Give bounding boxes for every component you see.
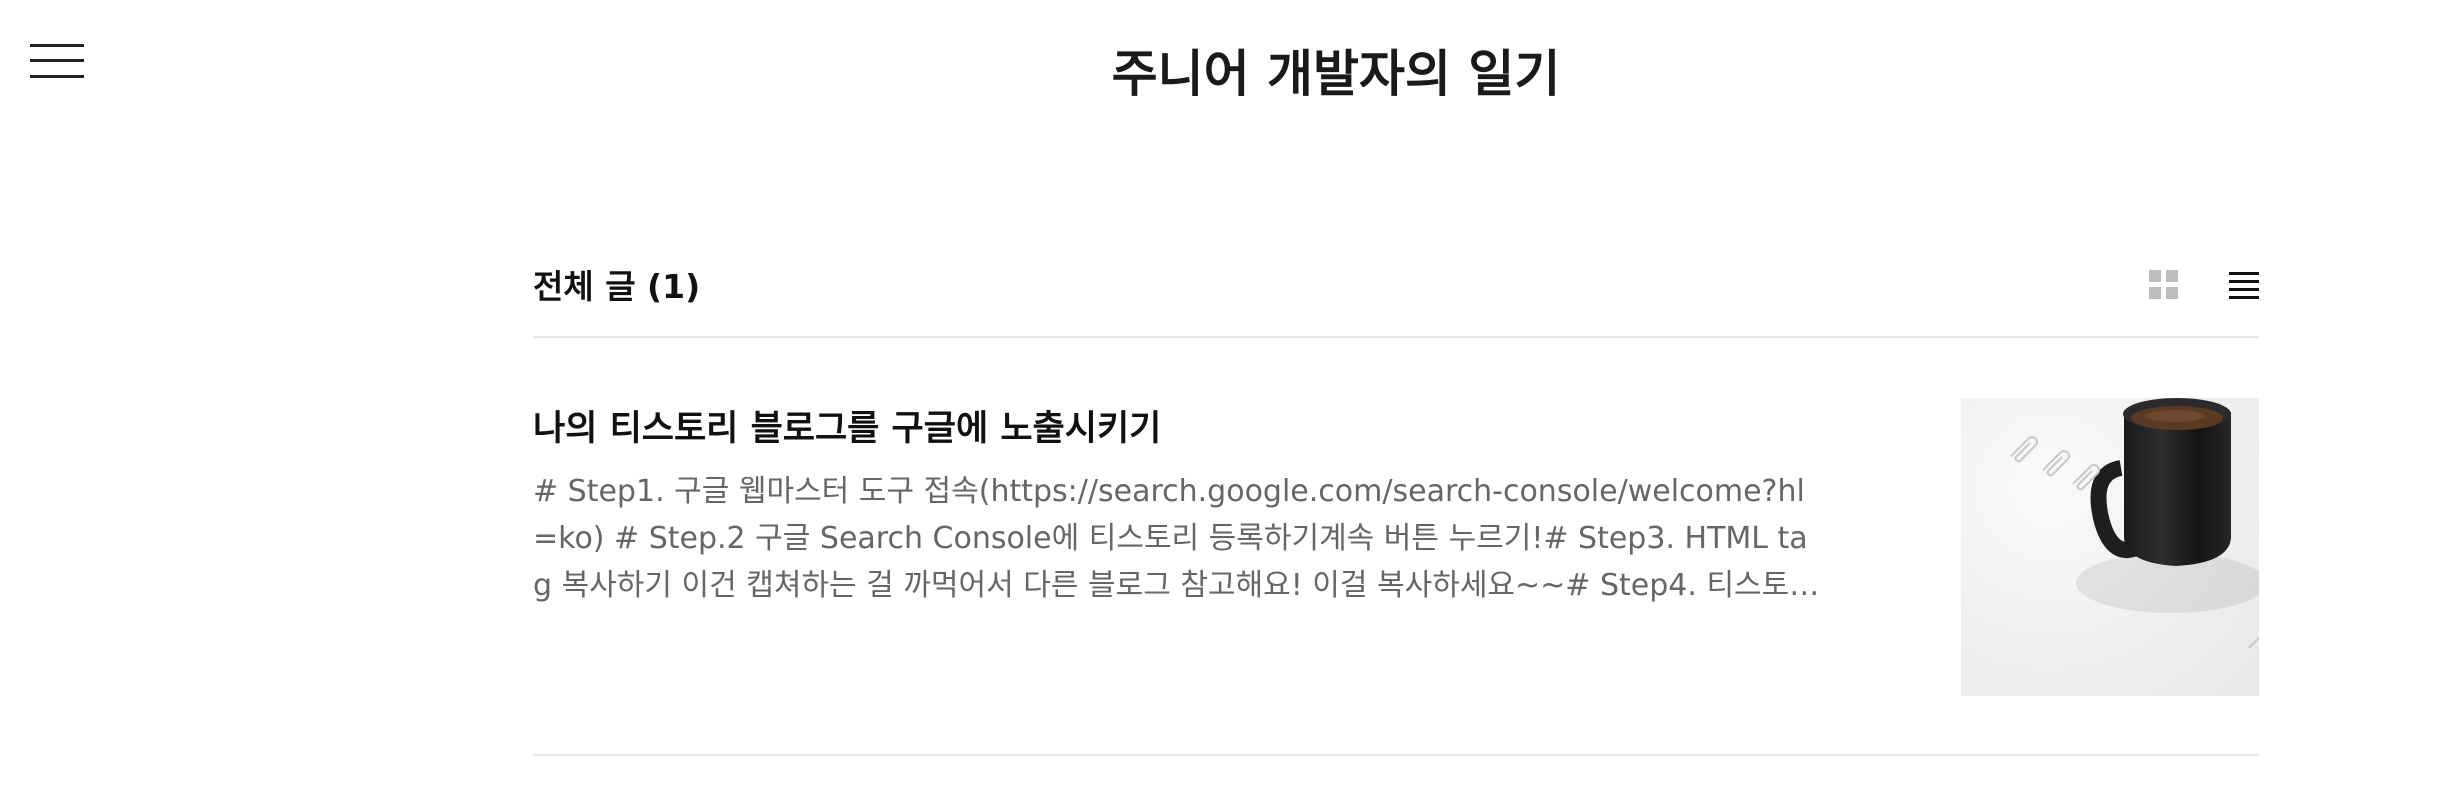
- view-mode-toggle: [2149, 268, 2259, 302]
- post-title[interactable]: 나의 티스토리 블로그를 구글에 노출시키기: [533, 400, 1161, 451]
- post-list-section: 전체 글 (1) 나의 티스토리 블로그를 구글에 노출시키기 # Step1.…: [533, 230, 2259, 756]
- list-view-icon[interactable]: [2229, 270, 2259, 300]
- post-excerpt: # Step1. 구글 웹마스터 도구 접속(https://search.go…: [533, 474, 1817, 603]
- post-list-header: 전체 글 (1): [533, 230, 2259, 338]
- blog-header: 주니어 개발자의 일기: [0, 0, 2462, 130]
- coffee-mug-image: [1961, 398, 2259, 696]
- blog-title[interactable]: 주니어 개발자의 일기: [0, 34, 2462, 106]
- post-count-heading: 전체 글 (1): [533, 267, 701, 306]
- grid-view-icon[interactable]: [2149, 270, 2179, 300]
- post-list-item[interactable]: 나의 티스토리 블로그를 구글에 노출시키기 # Step1. 구글 웹마스터 …: [533, 338, 2259, 756]
- post-thumbnail[interactable]: [1961, 398, 2259, 696]
